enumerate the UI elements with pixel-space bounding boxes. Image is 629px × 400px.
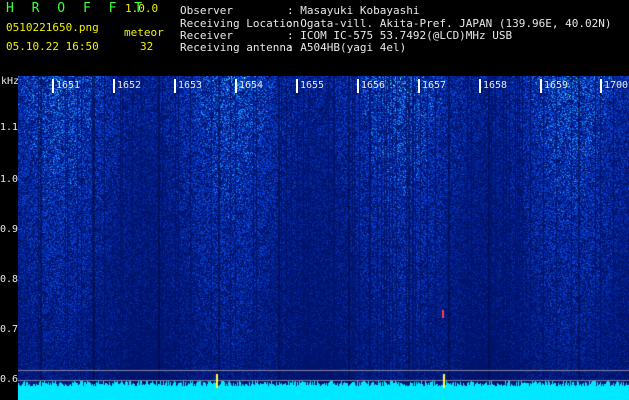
y-tick-label: 0.7 bbox=[0, 324, 19, 335]
y-tick-label: 1.0 bbox=[0, 174, 19, 185]
x-tick-mark bbox=[600, 79, 602, 93]
x-tick-label: 1653 bbox=[178, 80, 203, 91]
x-tick-mark bbox=[540, 79, 542, 93]
x-tick-label: 1658 bbox=[483, 80, 508, 91]
spectrogram-canvas bbox=[18, 76, 629, 400]
info-value-antenna: : A504HB(yagi 4el) bbox=[287, 41, 407, 54]
version-label: 1.0.0 bbox=[125, 2, 159, 15]
x-tick-mark bbox=[296, 79, 298, 93]
header-panel: H R O F F T 1.0.0 0510221650.png meteor … bbox=[0, 0, 629, 76]
y-tick-label: 1.1 bbox=[0, 122, 19, 133]
spectrogram bbox=[18, 76, 629, 400]
filename-label: 0510221650.png bbox=[6, 21, 99, 34]
y-tick-label: 0.6 bbox=[0, 374, 19, 385]
info-key-antenna: Receiving antenna bbox=[180, 41, 293, 54]
x-tick-mark bbox=[235, 79, 237, 93]
y-tick-label: 0.9 bbox=[0, 224, 19, 235]
x-tick-label: 1656 bbox=[361, 80, 386, 91]
x-tick-mark bbox=[479, 79, 481, 93]
x-tick-label: 1700 bbox=[604, 80, 629, 91]
x-tick-mark bbox=[52, 79, 54, 93]
datetime-label: 05.10.22 16:50 bbox=[6, 40, 99, 53]
x-tick-label: 1651 bbox=[56, 80, 81, 91]
x-tick-mark bbox=[113, 79, 115, 93]
meteor-count: 32 bbox=[140, 40, 154, 53]
info-value-observer: : Masayuki Kobayashi bbox=[287, 4, 420, 17]
info-key-observer: Observer bbox=[180, 4, 233, 17]
x-tick-label: 1655 bbox=[300, 80, 325, 91]
x-tick-label: 1657 bbox=[422, 80, 447, 91]
x-tick-label: 1652 bbox=[117, 80, 142, 91]
x-tick-mark bbox=[174, 79, 176, 93]
x-tick-mark bbox=[418, 79, 420, 93]
x-tick-mark bbox=[357, 79, 359, 93]
y-axis-unit: kHz bbox=[1, 76, 20, 87]
detection-type-label: meteor bbox=[124, 26, 164, 39]
x-tick-label: 1654 bbox=[239, 80, 264, 91]
x-tick-label: 1659 bbox=[544, 80, 569, 91]
y-tick-label: 0.8 bbox=[0, 274, 19, 285]
